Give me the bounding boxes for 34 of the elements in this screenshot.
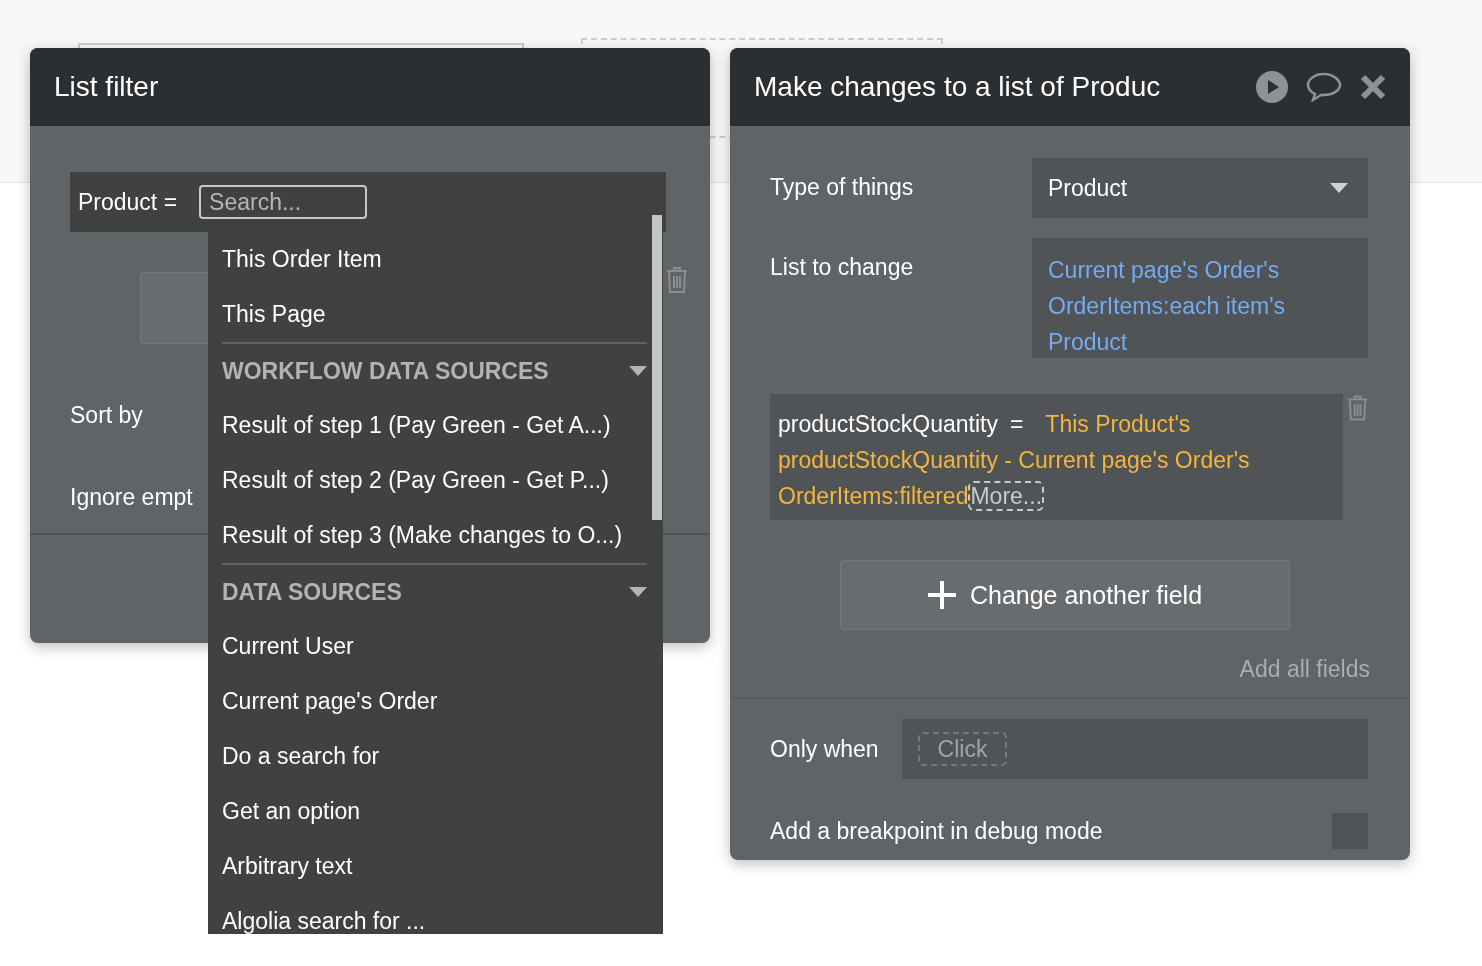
- play-icon[interactable]: [1256, 71, 1288, 103]
- field-label: Only when: [770, 735, 880, 763]
- menu-item[interactable]: This Order Item: [222, 232, 647, 287]
- menu-item[interactable]: This Page: [222, 287, 647, 342]
- change-another-field-button[interactable]: Change another field: [840, 560, 1290, 630]
- field-label: Type of things: [770, 173, 915, 202]
- plus-icon: [927, 581, 956, 609]
- menu-item[interactable]: Algolia search for ...: [222, 894, 647, 934]
- field-label: List to change: [770, 253, 915, 282]
- menu-item[interactable]: Do a search for: [222, 729, 647, 784]
- menu-item[interactable]: Arbitrary text: [222, 839, 647, 894]
- expression-field[interactable]: productStockQuantity = This Product's productStockQuantity - Current page's Order's OrderItems:filtered More...: [770, 394, 1343, 520]
- section-header[interactable]: WORKFLOW DATA SOURCES: [222, 342, 647, 398]
- more-link[interactable]: More...: [968, 481, 1045, 511]
- panel-title: Make changes to a list of Produc: [754, 71, 1162, 103]
- menu-item[interactable]: Get an option: [222, 784, 647, 839]
- scrollbar[interactable]: [652, 215, 662, 520]
- menu-item[interactable]: Result of step 3 (Make changes to O...): [222, 508, 647, 563]
- menu-item[interactable]: Current page's Order: [222, 674, 647, 729]
- comment-icon[interactable]: [1306, 72, 1342, 102]
- menu-item[interactable]: Result of step 2 (Pay Green - Get P...): [222, 453, 647, 508]
- caret-icon: [629, 366, 647, 376]
- field-label: Sort by: [70, 402, 143, 429]
- menu-item[interactable]: Result of step 1 (Pay Green - Get A...): [222, 398, 647, 453]
- field-label: Ignore empt: [70, 484, 193, 511]
- panel-title: List filter: [54, 71, 159, 103]
- type-dropdown[interactable]: Product: [1032, 158, 1368, 218]
- filter-label: Product =: [78, 188, 178, 216]
- section-header[interactable]: DATA SOURCES: [222, 563, 647, 619]
- caret-icon: [629, 587, 647, 597]
- menu-item[interactable]: Current User: [222, 619, 647, 674]
- search-field[interactable]: Search...: [199, 185, 368, 219]
- field-label: Add a breakpoint in debug mode: [770, 817, 1103, 845]
- close-icon[interactable]: [1360, 74, 1386, 100]
